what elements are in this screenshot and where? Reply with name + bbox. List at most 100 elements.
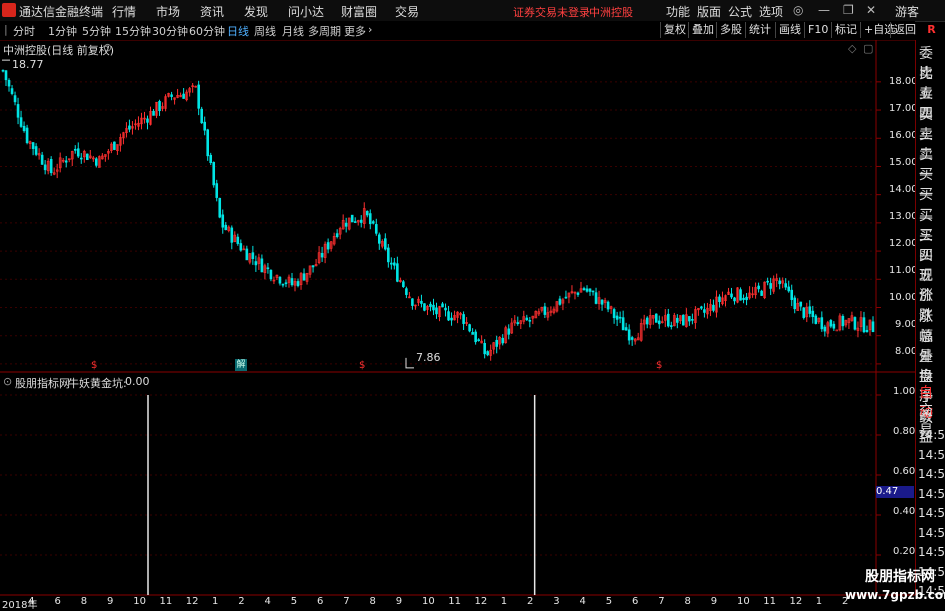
- draw-button[interactable]: 画线: [775, 22, 804, 38]
- menu-discover[interactable]: 发现: [244, 3, 268, 20]
- candle-body: [374, 224, 378, 234]
- menu-layout[interactable]: 版面: [697, 3, 721, 20]
- menu-quotes[interactable]: 行情: [112, 3, 136, 20]
- overlay-button[interactable]: 叠加: [688, 22, 717, 38]
- period-more[interactable]: 更多: [344, 23, 366, 39]
- collapse-icon[interactable]: |: [4, 23, 8, 36]
- marker-3[interactable]: $: [656, 360, 662, 371]
- candle-body: [808, 306, 812, 314]
- candle-body: [49, 159, 53, 174]
- candle-body: [245, 248, 249, 261]
- candle-body: [703, 309, 706, 313]
- candle-body: [212, 162, 216, 186]
- menu-news[interactable]: 资讯: [200, 3, 224, 20]
- candle-body: [799, 301, 803, 307]
- candle-body: [594, 292, 598, 304]
- x-tick: 2: [527, 596, 534, 607]
- x-tick: 8: [80, 596, 88, 607]
- candle-body: [215, 183, 219, 198]
- candle-body: [853, 317, 857, 330]
- candle-body: [474, 331, 477, 343]
- period-multi[interactable]: 多周期: [308, 23, 341, 39]
- candle-body: [712, 304, 715, 311]
- x-tick: 6: [317, 596, 324, 607]
- period-60min[interactable]: 60分钟: [189, 23, 225, 39]
- y-tick: 8.00: [895, 346, 918, 357]
- candle-body: [576, 292, 580, 295]
- candle-body: [19, 117, 23, 127]
- period-30min[interactable]: 30分钟: [152, 23, 188, 39]
- period-15min[interactable]: 15分钟: [115, 23, 151, 39]
- low-price-label: 7.86: [416, 351, 441, 364]
- x-tick: 11: [448, 596, 461, 607]
- period-daily[interactable]: 日线: [227, 23, 249, 39]
- marker-2[interactable]: $: [359, 360, 365, 371]
- indicator-value: 0.00: [125, 375, 150, 388]
- menu-wealth[interactable]: 财富圈: [341, 3, 377, 20]
- menu-ask[interactable]: 问小达: [288, 3, 324, 20]
- menu-options[interactable]: 选项: [759, 3, 783, 20]
- r-tag[interactable]: R: [918, 21, 945, 39]
- back-button[interactable]: 返回: [890, 22, 919, 38]
- close-icon[interactable]: ✕: [866, 3, 876, 17]
- app-name: 通达信金融终端: [19, 5, 104, 19]
- stats-button[interactable]: 统计: [745, 22, 774, 38]
- candle-body: [564, 296, 568, 299]
- chart-square-icon[interactable]: ▢: [863, 42, 873, 55]
- chart-settings-icon[interactable]: ⊙: [103, 41, 112, 54]
- y-tick: 12.00: [889, 238, 918, 249]
- fq-button[interactable]: 复权: [660, 22, 689, 38]
- menu-trade[interactable]: 交易: [395, 3, 419, 20]
- candle-body: [146, 118, 149, 123]
- x-axis: 2018年 4 6 8 9 10 11 12 1 2 4 5 6 7 8 9 10 11 12 1 2 3 4 5 6 7 8 9 10…: [0, 596, 915, 611]
- minimize-icon[interactable]: —: [818, 3, 830, 17]
- candle-body: [832, 323, 836, 329]
- candle-body: [760, 290, 763, 296]
- marker-1[interactable]: $: [91, 360, 97, 371]
- y-tick: 9.00: [895, 319, 918, 330]
- login-warning[interactable]: 证券交易未登录: [513, 4, 590, 20]
- x-tick: 1: [212, 596, 219, 607]
- period-5min[interactable]: 5分钟: [82, 23, 111, 39]
- x-tick: 8: [369, 596, 376, 607]
- period-1min[interactable]: 1分钟: [48, 23, 77, 39]
- headset-icon[interactable]: ◎: [793, 3, 803, 17]
- restore-icon[interactable]: ❐: [843, 3, 854, 17]
- multi-stock-button[interactable]: 多股: [716, 22, 745, 38]
- y-tick: 15.00: [889, 157, 918, 168]
- candle-body: [516, 322, 520, 325]
- sub-y-tick: 0.60: [893, 466, 916, 477]
- candle-body: [841, 316, 845, 327]
- candle-body: [591, 290, 595, 293]
- sub-y-tick: 1.00: [893, 386, 916, 397]
- candle-body: [802, 307, 806, 318]
- trade-time: 14:56: [918, 506, 945, 520]
- candle-body: [468, 324, 471, 332]
- candle-body: [820, 317, 824, 330]
- mark-button[interactable]: 标记: [831, 22, 860, 38]
- sub-settings-icon[interactable]: ⊙: [3, 375, 12, 388]
- menu-formula[interactable]: 公式: [728, 3, 752, 20]
- period-monthly[interactable]: 月线: [282, 23, 304, 39]
- period-intraday[interactable]: 分时: [13, 23, 35, 39]
- menu-market[interactable]: 市场: [156, 3, 180, 20]
- candle-body: [10, 88, 14, 94]
- candle-body: [40, 154, 44, 165]
- f10-button[interactable]: F10: [804, 22, 831, 38]
- candle-body: [447, 311, 450, 321]
- candle-body: [359, 219, 363, 223]
- more-chevron-icon[interactable]: ›: [368, 23, 372, 36]
- candle-body: [501, 337, 505, 344]
- period-weekly[interactable]: 周线: [254, 23, 276, 39]
- candle-body: [528, 320, 532, 322]
- chart-diamond-icon[interactable]: ◇: [848, 42, 856, 55]
- candle-body: [423, 303, 426, 311]
- candle-body: [251, 252, 255, 260]
- candle-body: [43, 164, 47, 171]
- candle-body: [170, 94, 173, 97]
- marker-unlock[interactable]: 解: [235, 359, 247, 371]
- candle-body: [16, 104, 20, 118]
- candle-body: [13, 95, 17, 103]
- guest-label[interactable]: 游客: [895, 3, 919, 20]
- menu-function[interactable]: 功能: [666, 3, 690, 20]
